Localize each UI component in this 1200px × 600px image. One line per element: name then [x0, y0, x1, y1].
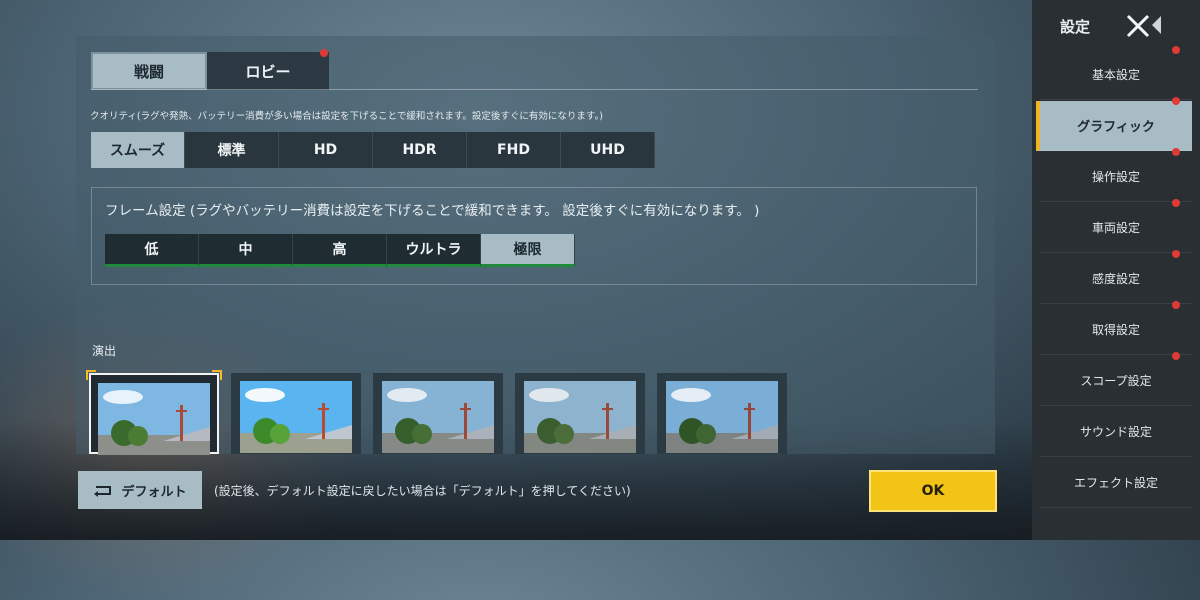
default-button[interactable]: デフォルト: [78, 471, 202, 509]
frame-settings-box: フレーム設定 (ラグやバッテリー消費は設定を下げることで緩和できます。 設定後す…: [91, 187, 977, 285]
default-button-label: デフォルト: [121, 484, 187, 500]
frame-option-high[interactable]: 高: [293, 234, 387, 267]
effect-thumbnail-4[interactable]: [515, 373, 645, 454]
landscape-preview-image: [240, 381, 352, 453]
reset-icon: [94, 486, 112, 497]
quality-option-smooth[interactable]: スムーズ: [91, 132, 185, 168]
notification-badge: [1172, 46, 1180, 54]
landscape-preview-image: [666, 381, 778, 453]
sidebar-item-vehicle[interactable]: 車両設定: [1040, 199, 1192, 253]
tab-bar: 戦闘 ロビー: [91, 49, 329, 90]
frame-option-low[interactable]: 低: [105, 234, 199, 267]
notification-badge: [1172, 97, 1180, 105]
sidebar-item-basic[interactable]: 基本設定: [1040, 46, 1192, 100]
landscape-preview-image: [524, 381, 636, 453]
sidebar-item-label: 感度設定: [1091, 272, 1140, 286]
effect-thumbnail-1[interactable]: [86, 370, 222, 455]
tab-combat-label: 戦闘: [133, 62, 164, 81]
quality-option-hd[interactable]: HD: [279, 132, 373, 168]
sidebar-item-scope[interactable]: スコープ設定: [1040, 352, 1192, 406]
notification-badge: [1172, 250, 1180, 258]
sidebar-item-pickup[interactable]: 取得設定: [1040, 301, 1192, 355]
sidebar-item-label: サウンド設定: [1079, 425, 1152, 439]
sidebar-item-sound[interactable]: サウンド設定: [1040, 407, 1192, 457]
quality-label: クオリティ(ラグや発熱、バッテリー消費が多い場合は設定を下げることで緩和されます…: [90, 111, 603, 122]
notification-badge: [1172, 352, 1180, 360]
quality-selector: スムーズ 標準 HD HDR FHD UHD: [91, 132, 655, 168]
quality-option-standard[interactable]: 標準: [185, 132, 279, 168]
sidebar-item-controls[interactable]: 操作設定: [1040, 148, 1192, 202]
effect-thumbnail-3[interactable]: [373, 373, 503, 454]
tab-divider: [91, 89, 978, 90]
collapse-arrow-icon[interactable]: [1152, 16, 1161, 34]
tab-lobby-label: ロビー: [245, 62, 291, 81]
notification-badge: [320, 49, 328, 57]
sidebar-item-label: スコープ設定: [1080, 374, 1152, 388]
effect-thumbnail-2[interactable]: [231, 373, 361, 454]
ok-button-label: OK: [921, 483, 945, 499]
tab-lobby[interactable]: ロビー: [207, 49, 329, 90]
sidebar-item-label: グラフィック: [1077, 120, 1155, 135]
sidebar-item-effects[interactable]: エフェクト設定: [1040, 458, 1192, 508]
effect-thumbnails: [86, 370, 787, 455]
graphics-settings-panel: 戦闘 ロビー クオリティ(ラグや発熱、バッテリー消費が多い場合は設定を下げること…: [76, 36, 995, 455]
default-hint-text: (設定後、デフォルト設定に戻したい場合は「デフォルト」を押してください): [214, 484, 631, 498]
landscape-preview-image: [382, 381, 494, 453]
sidebar-item-graphics[interactable]: グラフィック: [1036, 97, 1192, 151]
landscape-preview-image: [98, 383, 210, 455]
notification-badge: [1172, 148, 1180, 156]
sidebar-item-label: 車両設定: [1091, 221, 1140, 235]
notification-badge: [1172, 301, 1180, 309]
sidebar-item-sensitivity[interactable]: 感度設定: [1040, 250, 1192, 304]
quality-option-hdr[interactable]: HDR: [373, 132, 467, 168]
effects-label: 演出: [92, 344, 117, 358]
frame-option-medium[interactable]: 中: [199, 234, 293, 267]
sidebar-item-label: エフェクト設定: [1073, 476, 1158, 490]
frame-settings-label: フレーム設定 (ラグやバッテリー消費は設定を下げることで緩和できます。 設定後す…: [105, 203, 760, 219]
frame-selector: 低 中 高 ウルトラ 極限: [105, 234, 575, 267]
sidebar-item-label: 基本設定: [1091, 68, 1140, 82]
frame-option-ultra[interactable]: ウルトラ: [387, 234, 481, 267]
frame-option-extreme[interactable]: 極限: [481, 234, 575, 267]
quality-option-fhd[interactable]: FHD: [467, 132, 561, 168]
close-icon[interactable]: [1124, 12, 1152, 40]
sidebar-item-label: 操作設定: [1091, 170, 1140, 184]
ok-button[interactable]: OK: [869, 470, 997, 512]
quality-option-uhd[interactable]: UHD: [561, 132, 655, 168]
sidebar-title: 設定: [1060, 18, 1091, 36]
sidebar-item-label: 取得設定: [1091, 323, 1140, 337]
settings-sidebar: 設定 基本設定 グラフィック 操作設定 車両設定 感度設定 取得設定 スコープ設…: [1032, 0, 1200, 540]
notification-badge: [1172, 199, 1180, 207]
effect-thumbnail-5[interactable]: [657, 373, 787, 454]
tab-combat[interactable]: 戦闘: [91, 52, 207, 90]
